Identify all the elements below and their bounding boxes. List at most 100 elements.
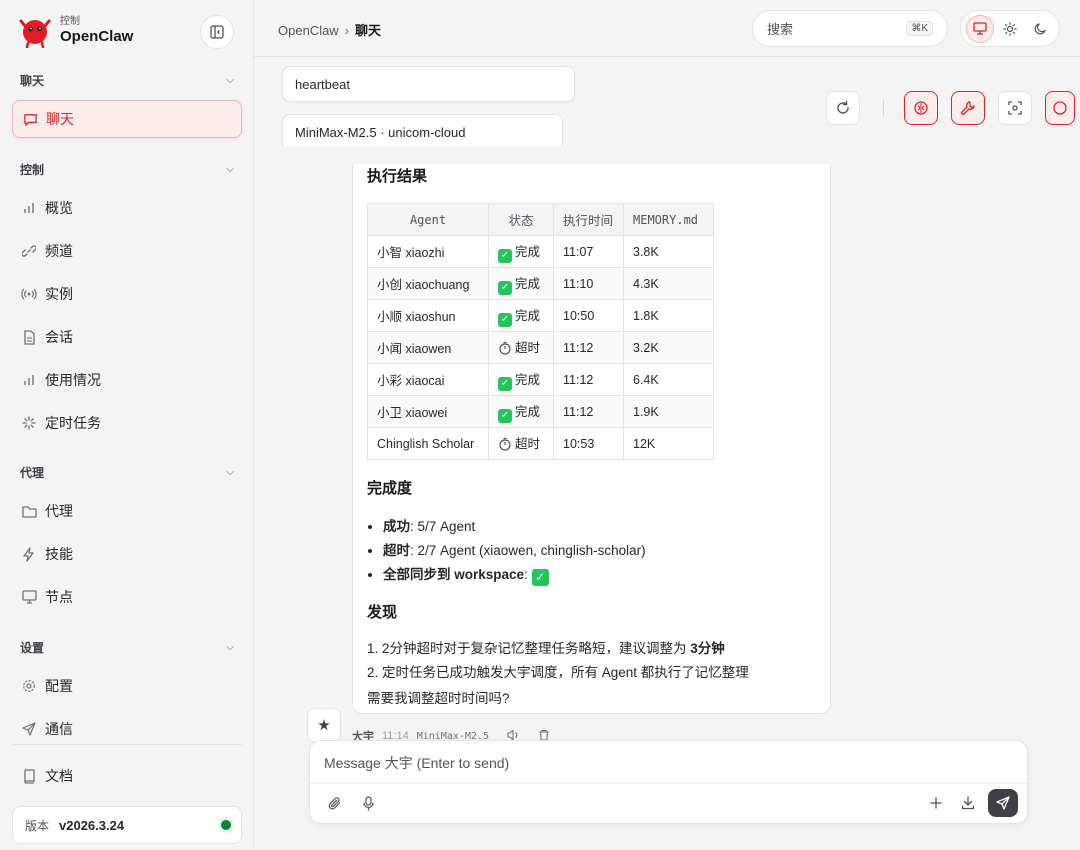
table-header: Agent <box>367 203 489 236</box>
sidebar-item-channels[interactable]: 频道 <box>12 232 242 270</box>
bullet-bold: 超时 <box>383 543 410 558</box>
sidebar-item-cron[interactable]: 定时任务 <box>12 404 242 442</box>
attach-button[interactable] <box>320 789 348 817</box>
link-icon <box>21 243 37 259</box>
sidebar-item-chat[interactable]: 聊天 <box>12 100 242 138</box>
table-header-row: Agent 状态 执行时间 MEMORY.md <box>367 203 714 236</box>
status-text: 完成 <box>515 404 541 419</box>
sidebar-item-sessions[interactable]: 会话 <box>12 318 242 356</box>
session-selector[interactable]: heartbeat <box>282 66 575 102</box>
breadcrumb-current: 聊天 <box>355 23 382 38</box>
sidebar-item-label: 代理 <box>45 503 73 519</box>
model-name: MiniMax-M2.5 · unicom-cloud <box>295 124 466 140</box>
plus-icon <box>930 797 942 809</box>
tools-toggle-button[interactable] <box>951 91 985 125</box>
brain-icon <box>914 101 928 115</box>
table-row: 小彩 xiaocai ✓ 完成 11:12 6.4K <box>367 363 714 396</box>
theme-light-button[interactable] <box>996 15 1024 43</box>
search-placeholder: 搜索 <box>767 22 794 37</box>
chevron-down-icon: ⌵ <box>226 642 234 653</box>
list-item: 全部同步到 workspace: ✓ <box>383 563 646 587</box>
moon-icon <box>1034 23 1046 35</box>
wrench-icon <box>960 101 975 116</box>
bar-chart-icon <box>21 200 37 216</box>
sidebar-item-label: 聊天 <box>46 111 74 127</box>
cron-toggle-button[interactable] <box>1045 91 1075 125</box>
status-text: 完成 <box>515 244 541 259</box>
send-icon <box>21 721 37 737</box>
sidebar-item-nodes[interactable]: 节点 <box>12 578 242 616</box>
table-row: 小创 xiaochuang ✓ 完成 11:10 4.3K <box>367 267 714 300</box>
sidebar-item-overview[interactable]: 概览 <box>12 189 242 227</box>
sidebar-item-config[interactable]: 配置 <box>12 667 242 705</box>
sidebar-item-usage[interactable]: 使用情况 <box>12 361 242 399</box>
download-icon <box>961 796 975 810</box>
time-cell: 10:53 <box>553 427 624 460</box>
group-agents-header[interactable]: 代理 ⌵ <box>20 464 234 481</box>
memory-size-cell: 1.9K <box>623 395 714 428</box>
status-dot <box>221 820 231 830</box>
list-item: 2. 定时任务已成功触发大宇调度，所有 Agent 都执行了记忆整理 <box>367 661 749 685</box>
status-cell: ✓ 完成 <box>488 363 554 396</box>
table-header: 执行时间 <box>553 203 624 236</box>
export-button[interactable] <box>954 789 982 817</box>
thinking-toggle-button[interactable] <box>904 91 938 125</box>
breadcrumb-root[interactable]: OpenClaw <box>278 23 339 38</box>
message-input[interactable] <box>324 751 1014 775</box>
breadcrumb-separator: › <box>344 23 350 38</box>
group-chat-title: 聊天 <box>20 74 45 88</box>
findings-list: 1. 2分钟超时对于复杂记忆整理任务略短，建议调整为 3分钟 2. 定时任务已成… <box>367 637 749 685</box>
time-cell: 11:10 <box>553 267 624 300</box>
list-item: 超时: 2/7 Agent (xiaowen, chinglish-schola… <box>383 539 646 563</box>
table-header: MEMORY.md <box>623 203 714 236</box>
group-settings-header[interactable]: 设置 ⌵ <box>20 639 234 656</box>
result-table: Agent 状态 执行时间 MEMORY.md 小智 xiaozhi ✓ 完成 11:… <box>367 203 714 460</box>
status-cell: 超时 <box>488 427 554 460</box>
memory-size-cell: 6.4K <box>623 363 714 396</box>
group-chat-header[interactable]: 聊天 ⌵ <box>20 72 234 89</box>
completion-list: 成功: 5/7 Agent 超时: 2/7 Agent (xiaowen, ch… <box>383 515 646 587</box>
table-row: 小顺 xiaoshun ✓ 完成 10:50 1.8K <box>367 299 714 332</box>
finding-text: 2. 定时任务已成功触发大宇调度，所有 Agent 都执行了记忆整理 <box>367 665 749 680</box>
sidebar-item-label: 使用情况 <box>45 372 101 388</box>
sidebar-item-skills[interactable]: 技能 <box>12 535 242 573</box>
model-selector[interactable]: MiniMax-M2.5 · unicom-cloud <box>282 114 563 150</box>
collapse-sidebar-button[interactable] <box>200 15 234 49</box>
sidebar-item-docs[interactable]: 文档 <box>12 757 242 795</box>
memory-size-cell: 3.8K <box>623 235 714 268</box>
sidebar-item-instances[interactable]: 实例 <box>12 275 242 313</box>
theme-system-button[interactable] <box>966 14 994 43</box>
monitor-icon <box>973 22 987 35</box>
openclaw-logo-icon <box>18 14 52 49</box>
group-control-title: 控制 <box>20 163 45 177</box>
search-input[interactable]: 搜索 ⌘K <box>752 10 948 47</box>
bullet-bold: 全部同步到 workspace <box>383 567 525 582</box>
refresh-button[interactable] <box>826 91 860 125</box>
sidebar-item-label: 文档 <box>45 768 73 784</box>
result-heading: 执行结果 <box>367 168 428 185</box>
completion-heading: 完成度 <box>367 480 413 497</box>
sidebar-item-label: 节点 <box>45 589 73 605</box>
status-cell: ✓ 完成 <box>488 267 554 300</box>
sidebar-item-comms[interactable]: 通信 <box>12 710 242 748</box>
bar-chart-icon <box>21 372 37 388</box>
brand[interactable]: 控制 OpenClaw <box>18 14 133 49</box>
voice-input-button[interactable] <box>354 789 382 817</box>
theme-dark-button[interactable] <box>1026 15 1054 43</box>
group-control-header[interactable]: 控制 ⌵ <box>20 161 234 178</box>
check-icon: ✓ <box>498 280 512 295</box>
focus-mode-button[interactable] <box>998 91 1032 125</box>
refresh-icon <box>837 100 849 114</box>
time-cell: 11:12 <box>553 363 624 396</box>
toolbar-divider <box>883 100 884 116</box>
check-icon: ✓ <box>498 248 512 263</box>
version-badge: 版本 v2026.3.24 <box>12 806 242 844</box>
new-session-button[interactable] <box>922 789 950 817</box>
version-label: 版本 <box>25 818 50 833</box>
clock-icon <box>1053 101 1067 115</box>
sidebar-divider <box>12 744 242 745</box>
sidebar-item-agents[interactable]: 代理 <box>12 492 242 530</box>
send-button[interactable] <box>988 789 1018 817</box>
time-cell: 10:50 <box>553 299 624 332</box>
chevron-down-icon: ⌵ <box>226 467 234 478</box>
